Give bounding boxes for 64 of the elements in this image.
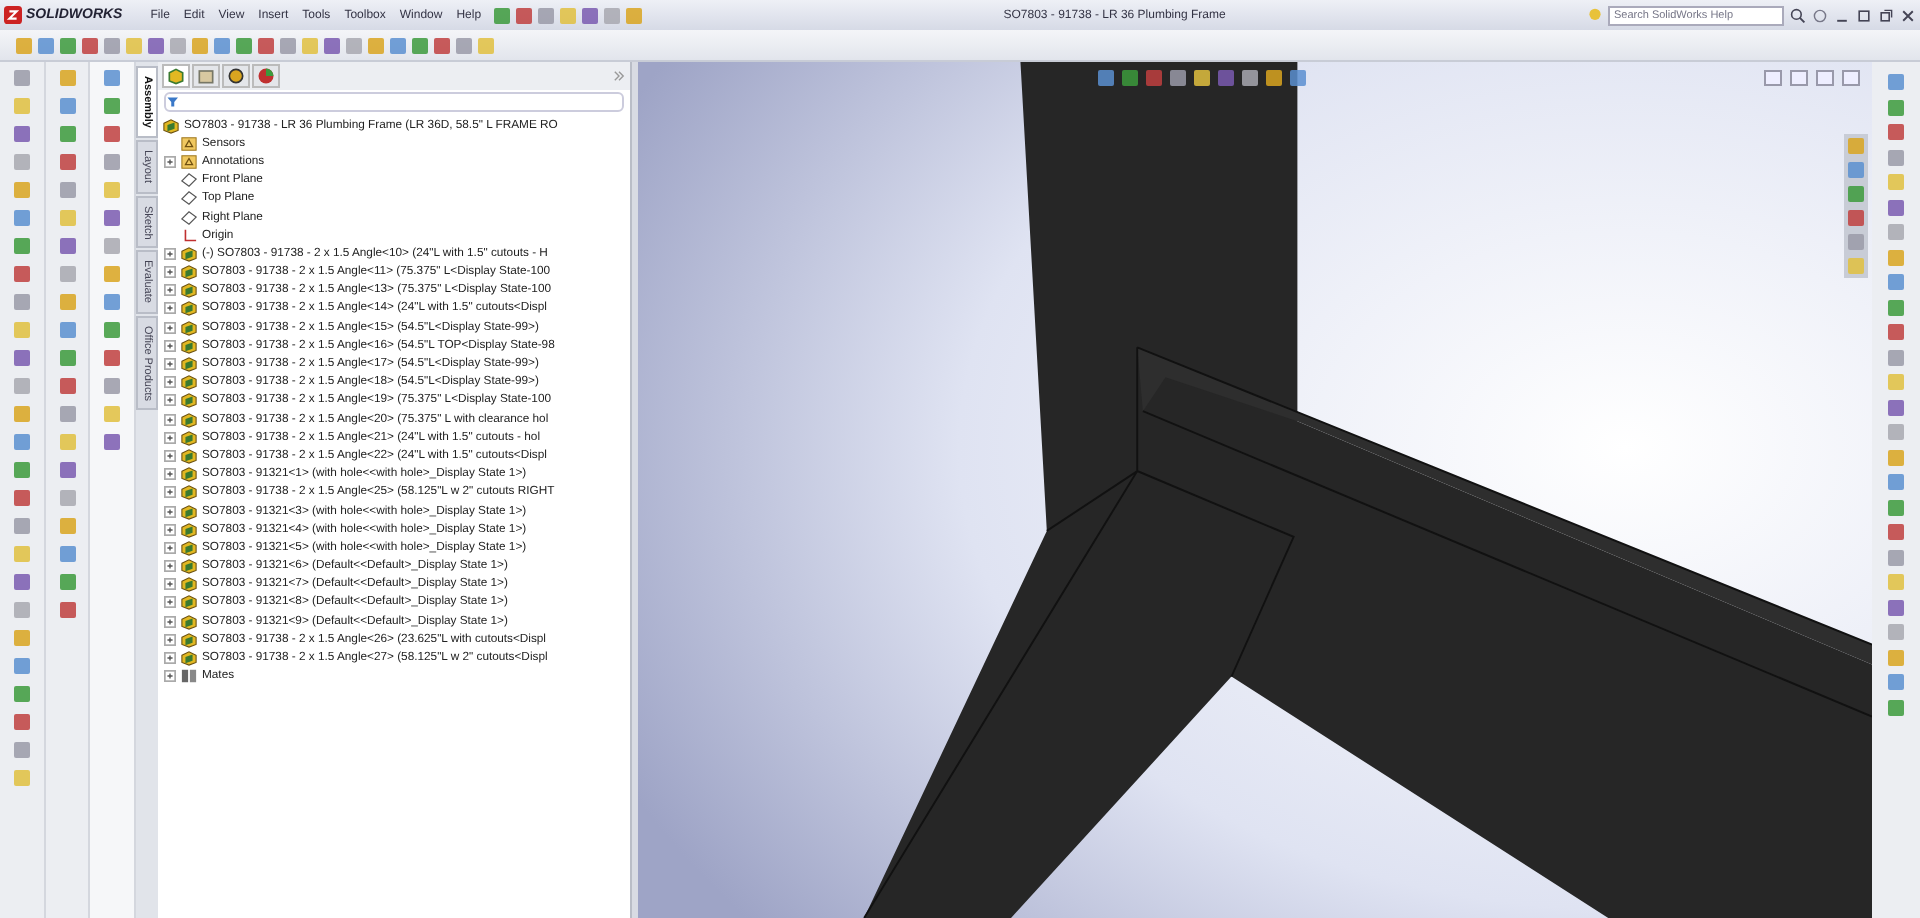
expand-toggle[interactable]: [164, 358, 176, 371]
expand-toggle[interactable]: [164, 247, 176, 260]
annotation-folder-icon: [180, 153, 198, 170]
appearance-tab-icon[interactable]: [252, 64, 280, 88]
expand-toggle[interactable]: [164, 633, 176, 646]
sensor-folder-icon: [180, 135, 198, 152]
part-icon: [180, 319, 198, 336]
part-icon: [180, 521, 198, 538]
part-icon: [180, 484, 198, 501]
part-icon: [180, 594, 198, 611]
expand-toggle[interactable]: [164, 468, 176, 481]
mates-icon: [180, 668, 198, 685]
part-icon: [180, 466, 198, 483]
assembly-icon: [162, 117, 180, 134]
part-icon: [180, 356, 198, 373]
expand-toggle[interactable]: [164, 523, 176, 536]
part-icon: [180, 245, 198, 262]
part-icon: [180, 411, 198, 428]
expand-toggle[interactable]: [164, 596, 176, 609]
part-icon: [180, 576, 198, 593]
part-icon: [180, 539, 198, 556]
part-icon: [180, 631, 198, 648]
expand-toggle[interactable]: [164, 615, 176, 628]
part-icon: [180, 374, 198, 391]
expand-toggle[interactable]: [164, 505, 176, 518]
part-icon: [180, 650, 198, 667]
feature-tree-tab-icon[interactable]: [162, 64, 190, 88]
expand-toggle[interactable]: [164, 486, 176, 499]
properties-tab-icon[interactable]: [192, 64, 220, 88]
restore-icon[interactable]: [1878, 7, 1894, 23]
expand-toggle[interactable]: [164, 302, 176, 315]
expand-toggle[interactable]: [164, 266, 176, 279]
part-icon: [180, 558, 198, 575]
expand-toggle[interactable]: [164, 413, 176, 426]
logo-icon: [4, 6, 22, 24]
part-icon: [180, 264, 198, 281]
part-icon: [180, 282, 198, 299]
part-icon: [180, 447, 198, 464]
part-icon: [180, 300, 198, 317]
part-icon: [180, 613, 198, 630]
expand-toggle[interactable]: [164, 431, 176, 444]
configuration-tab-icon[interactable]: [222, 64, 250, 88]
expand-toggle[interactable]: [164, 670, 176, 683]
expand-panel-icon[interactable]: [612, 70, 626, 82]
part-icon: [180, 337, 198, 354]
expand-toggle[interactable]: [164, 652, 176, 665]
expand-toggle[interactable]: [164, 155, 176, 168]
expand-toggle[interactable]: [164, 560, 176, 573]
close-icon[interactable]: [1900, 7, 1916, 23]
expand-toggle[interactable]: [164, 321, 176, 334]
origin-icon: [180, 227, 198, 244]
lightbulb-icon: [1588, 8, 1602, 22]
expand-toggle[interactable]: [164, 284, 176, 297]
expand-toggle[interactable]: [164, 339, 176, 352]
expand-toggle[interactable]: [164, 376, 176, 389]
expand-toggle[interactable]: [164, 578, 176, 591]
part-icon: [180, 503, 198, 520]
expand-toggle[interactable]: [164, 541, 176, 554]
part-icon: [180, 429, 198, 446]
maximize-icon[interactable]: [1856, 7, 1872, 23]
expand-toggle[interactable]: [164, 394, 176, 407]
search-icon[interactable]: [1790, 7, 1806, 23]
expand-toggle[interactable]: [164, 449, 176, 462]
part-icon: [180, 392, 198, 409]
